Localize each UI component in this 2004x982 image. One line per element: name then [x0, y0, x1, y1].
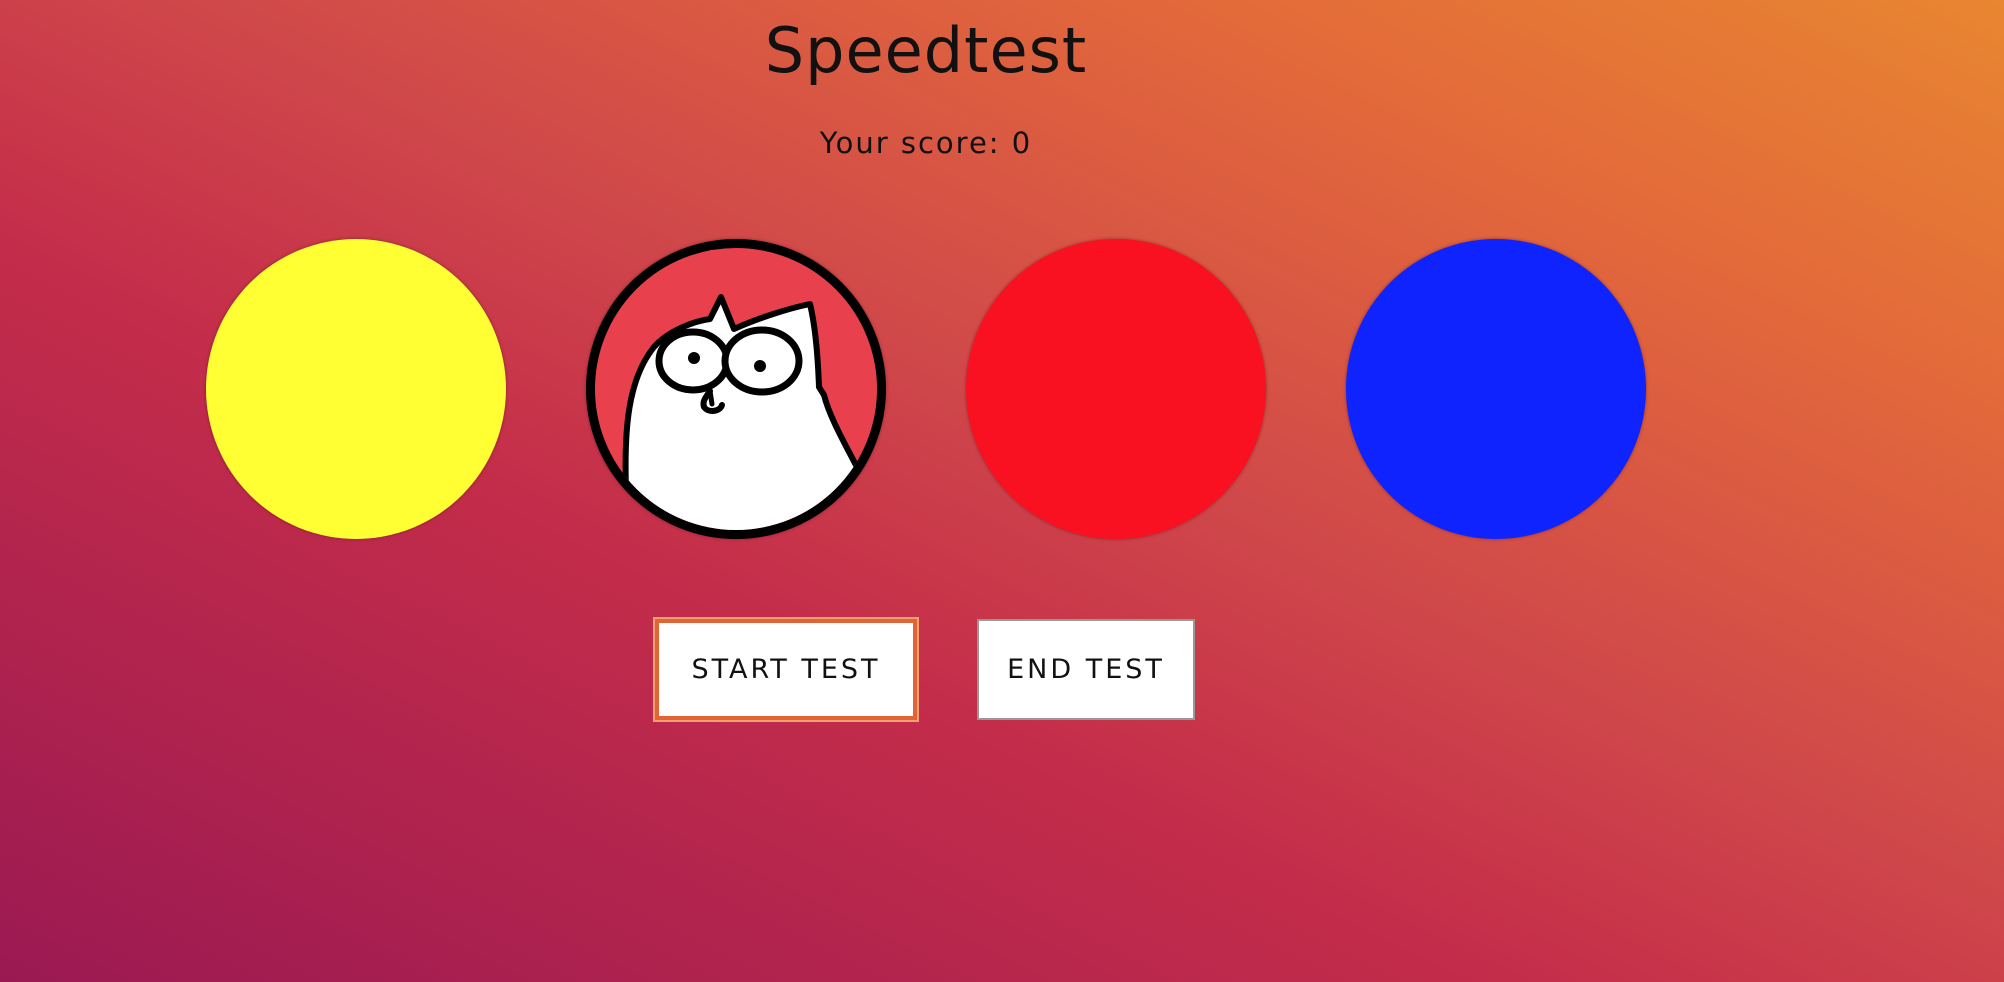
- cat-face-icon: [622, 294, 865, 530]
- score-value: 0: [1011, 126, 1033, 160]
- circle-blue[interactable]: [1346, 239, 1646, 539]
- score-label: Your score:: [819, 126, 1001, 160]
- start-test-button[interactable]: START TEST: [655, 619, 917, 720]
- circle-cat[interactable]: [586, 239, 886, 539]
- end-test-button[interactable]: END TEST: [977, 619, 1195, 720]
- page-title: Speedtest: [764, 14, 1088, 87]
- circle-yellow[interactable]: [206, 239, 506, 539]
- score-display: Your score: 0: [0, 126, 1852, 160]
- circle-red[interactable]: [966, 239, 1266, 539]
